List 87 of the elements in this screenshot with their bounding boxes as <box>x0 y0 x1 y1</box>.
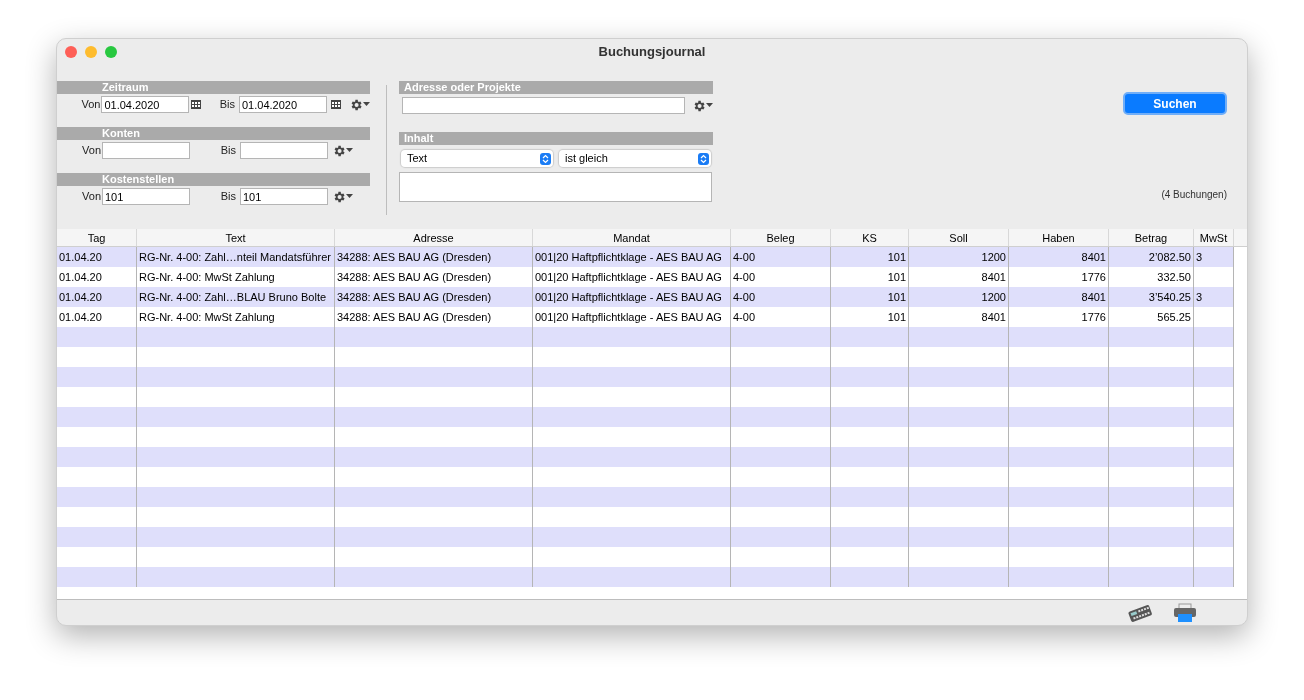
to-field[interactable] <box>240 142 328 159</box>
table-cell: 8401 <box>981 311 1006 323</box>
column-header[interactable]: Soll <box>909 229 1009 246</box>
table-cell: 2’082.50 <box>1148 251 1191 263</box>
search-button[interactable]: Suchen <box>1123 92 1227 115</box>
section-header: Konten <box>57 127 370 140</box>
table-cell: 101 <box>887 291 906 303</box>
printer-icon[interactable] <box>1173 602 1197 623</box>
table-cell: RG-Nr. 4-00: Zahl…nteil Mandatsführer <box>139 251 331 263</box>
table-cell: 3’540.25 <box>1148 291 1191 303</box>
from-field[interactable]: 01.04.2020 <box>101 96 190 113</box>
to-field[interactable]: 01.04.2020 <box>239 96 327 113</box>
to-label: Bis <box>218 97 236 113</box>
gear-menu-icon[interactable] <box>332 189 353 204</box>
gear-menu-icon[interactable] <box>332 143 353 158</box>
to-label: Bis <box>219 143 237 159</box>
table-cell: 101 <box>887 251 906 263</box>
table-cell: RG-Nr. 4-00: MwSt Zahlung <box>139 271 275 283</box>
close-button[interactable] <box>65 46 77 58</box>
table-cell: 332.50 <box>1157 271 1191 283</box>
table-cell: 565.25 <box>1157 311 1191 323</box>
table-cell: 34288: AES BAU AG (Dresden) <box>337 311 492 323</box>
result-count: (4 Buchungen) <box>1161 188 1227 202</box>
section-header: Inhalt <box>399 132 713 145</box>
table-cell: 3 <box>1196 251 1203 263</box>
column-header[interactable]: Beleg <box>731 229 831 246</box>
table-cell: RG-Nr. 4-00: Zahl…BLAU Bruno Bolte <box>139 291 327 303</box>
column-header[interactable]: Text <box>137 229 335 246</box>
table-row[interactable]: 01.04.20 RG-Nr. 4-00: Zahl…BLAU Bruno Bolte 34288: AES BAU AG (Dresden) 001|20 Haftpflichtklage - AES BAU AG 4-00 101 1200 8401 3’540.25 3 <box>57 287 1234 307</box>
table-cell: 8401 <box>1081 291 1106 303</box>
table-cell: 101 <box>887 311 906 323</box>
table-row[interactable]: 01.04.20 RG-Nr. 4-00: Zahl…nteil Mandatsführer 34288: AES BAU AG (Dresden) 001|20 Haftpflichtklage - AES BAU AG 4-00 101 1200 8401 2’082.50 3 <box>57 247 1234 267</box>
gear-menu-icon[interactable] <box>692 98 713 113</box>
dropdown[interactable]: ist gleich <box>559 150 711 167</box>
table-cell: 8401 <box>981 271 1006 283</box>
calendar-icon[interactable] <box>191 100 202 109</box>
column-header[interactable]: Betrag <box>1109 229 1194 246</box>
window-title: Buchungsjournal <box>598 43 706 62</box>
stepper-icon <box>698 152 709 165</box>
table-cell: 34288: AES BAU AG (Dresden) <box>337 251 492 263</box>
column-header[interactable]: Mandat <box>533 229 731 246</box>
dropdown[interactable]: Text <box>401 150 553 167</box>
from-label: Von <box>81 189 102 205</box>
content-field[interactable] <box>399 172 712 202</box>
table-cell: RG-Nr. 4-00: MwSt Zahlung <box>139 311 275 323</box>
table-cell: 001|20 Haftpflichtklage - AES BAU AG <box>535 291 722 303</box>
column-header[interactable]: Adresse <box>335 229 533 246</box>
from-field[interactable] <box>102 142 190 159</box>
section-header: Kostenstellen <box>57 173 370 186</box>
column-header[interactable]: MwSt <box>1194 229 1234 246</box>
table-cell: 001|20 Haftpflichtklage - AES BAU AG <box>535 251 722 263</box>
table-cell: 01.04.20 <box>59 311 102 323</box>
from-field[interactable]: 101 <box>102 188 190 205</box>
table-cell: 4-00 <box>733 251 756 263</box>
stepper-icon <box>540 152 551 165</box>
address-field[interactable] <box>402 97 685 114</box>
to-field[interactable]: 101 <box>240 188 328 205</box>
table-cell: 1200 <box>981 291 1006 303</box>
table-cell: 4-00 <box>733 311 756 323</box>
from-label: Von <box>80 97 102 113</box>
to-label: Bis <box>219 189 237 205</box>
calendar-icon[interactable] <box>331 100 341 109</box>
column-header[interactable]: Tag <box>57 229 137 246</box>
from-label: Von <box>81 143 102 159</box>
column-header[interactable]: Haben <box>1009 229 1109 246</box>
section-header: Adresse oder Projekte <box>399 81 713 94</box>
table-cell: 4-00 <box>733 271 756 283</box>
section-header: Zeitraum <box>57 81 370 94</box>
table-cell: 1200 <box>981 251 1006 263</box>
calculator-icon[interactable] <box>1127 603 1153 622</box>
table-cell: 1776 <box>1081 271 1106 283</box>
table-cell: 01.04.20 <box>59 251 102 263</box>
table-cell: 34288: AES BAU AG (Dresden) <box>337 291 492 303</box>
gear-menu-icon[interactable] <box>349 97 370 112</box>
table-cell: 01.04.20 <box>59 271 102 283</box>
table-row[interactable]: 01.04.20 RG-Nr. 4-00: MwSt Zahlung 34288: AES BAU AG (Dresden) 001|20 Haftpflichtklage - AES BAU AG 4-00 101 8401 1776 565.25 <box>57 307 1234 327</box>
table-row[interactable]: 01.04.20 RG-Nr. 4-00: MwSt Zahlung 34288: AES BAU AG (Dresden) 001|20 Haftpflichtklage - AES BAU AG 4-00 101 8401 1776 332.50 <box>57 267 1234 287</box>
table-cell: 01.04.20 <box>59 291 102 303</box>
column-header[interactable]: KS <box>831 229 909 246</box>
table-cell: 4-00 <box>733 291 756 303</box>
table-cell: 001|20 Haftpflichtklage - AES BAU AG <box>535 311 722 323</box>
table-cell: 1776 <box>1081 311 1106 323</box>
table-cell: 001|20 Haftpflichtklage - AES BAU AG <box>535 271 722 283</box>
table-cell: 8401 <box>1081 251 1106 263</box>
table-cell: 101 <box>887 271 906 283</box>
table-cell: 3 <box>1196 291 1203 303</box>
table-cell: 34288: AES BAU AG (Dresden) <box>337 271 492 283</box>
